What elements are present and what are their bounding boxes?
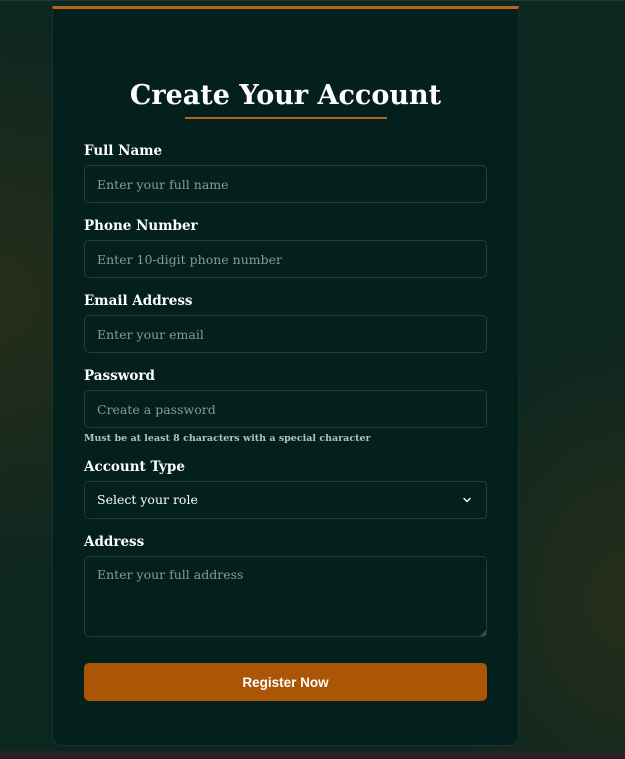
account-type-selected-value: Select your role bbox=[97, 492, 198, 507]
account-type-label: Account Type bbox=[84, 459, 185, 475]
page-top-border bbox=[0, 0, 625, 1]
account-type-select[interactable]: Select your role bbox=[84, 481, 487, 519]
email-address-label: Email Address bbox=[84, 293, 193, 309]
password-hint: Must be at least 8 characters with a spe… bbox=[84, 433, 371, 444]
title-underline bbox=[185, 117, 387, 119]
phone-number-input[interactable] bbox=[84, 240, 487, 278]
password-input[interactable] bbox=[84, 390, 487, 428]
page-bottom-strip bbox=[0, 751, 625, 759]
chevron-down-icon bbox=[463, 497, 471, 503]
password-label: Password bbox=[84, 368, 155, 384]
phone-number-label: Phone Number bbox=[84, 218, 198, 234]
address-label: Address bbox=[84, 534, 145, 550]
registration-card: Create Your Account Full Name Phone Numb… bbox=[52, 6, 519, 746]
full-name-input[interactable] bbox=[84, 165, 487, 203]
full-name-label: Full Name bbox=[84, 143, 163, 159]
register-now-button[interactable]: Register Now bbox=[84, 663, 487, 701]
email-address-input[interactable] bbox=[84, 315, 487, 353]
page-title: Create Your Account bbox=[129, 80, 442, 111]
address-textarea[interactable] bbox=[84, 556, 487, 637]
